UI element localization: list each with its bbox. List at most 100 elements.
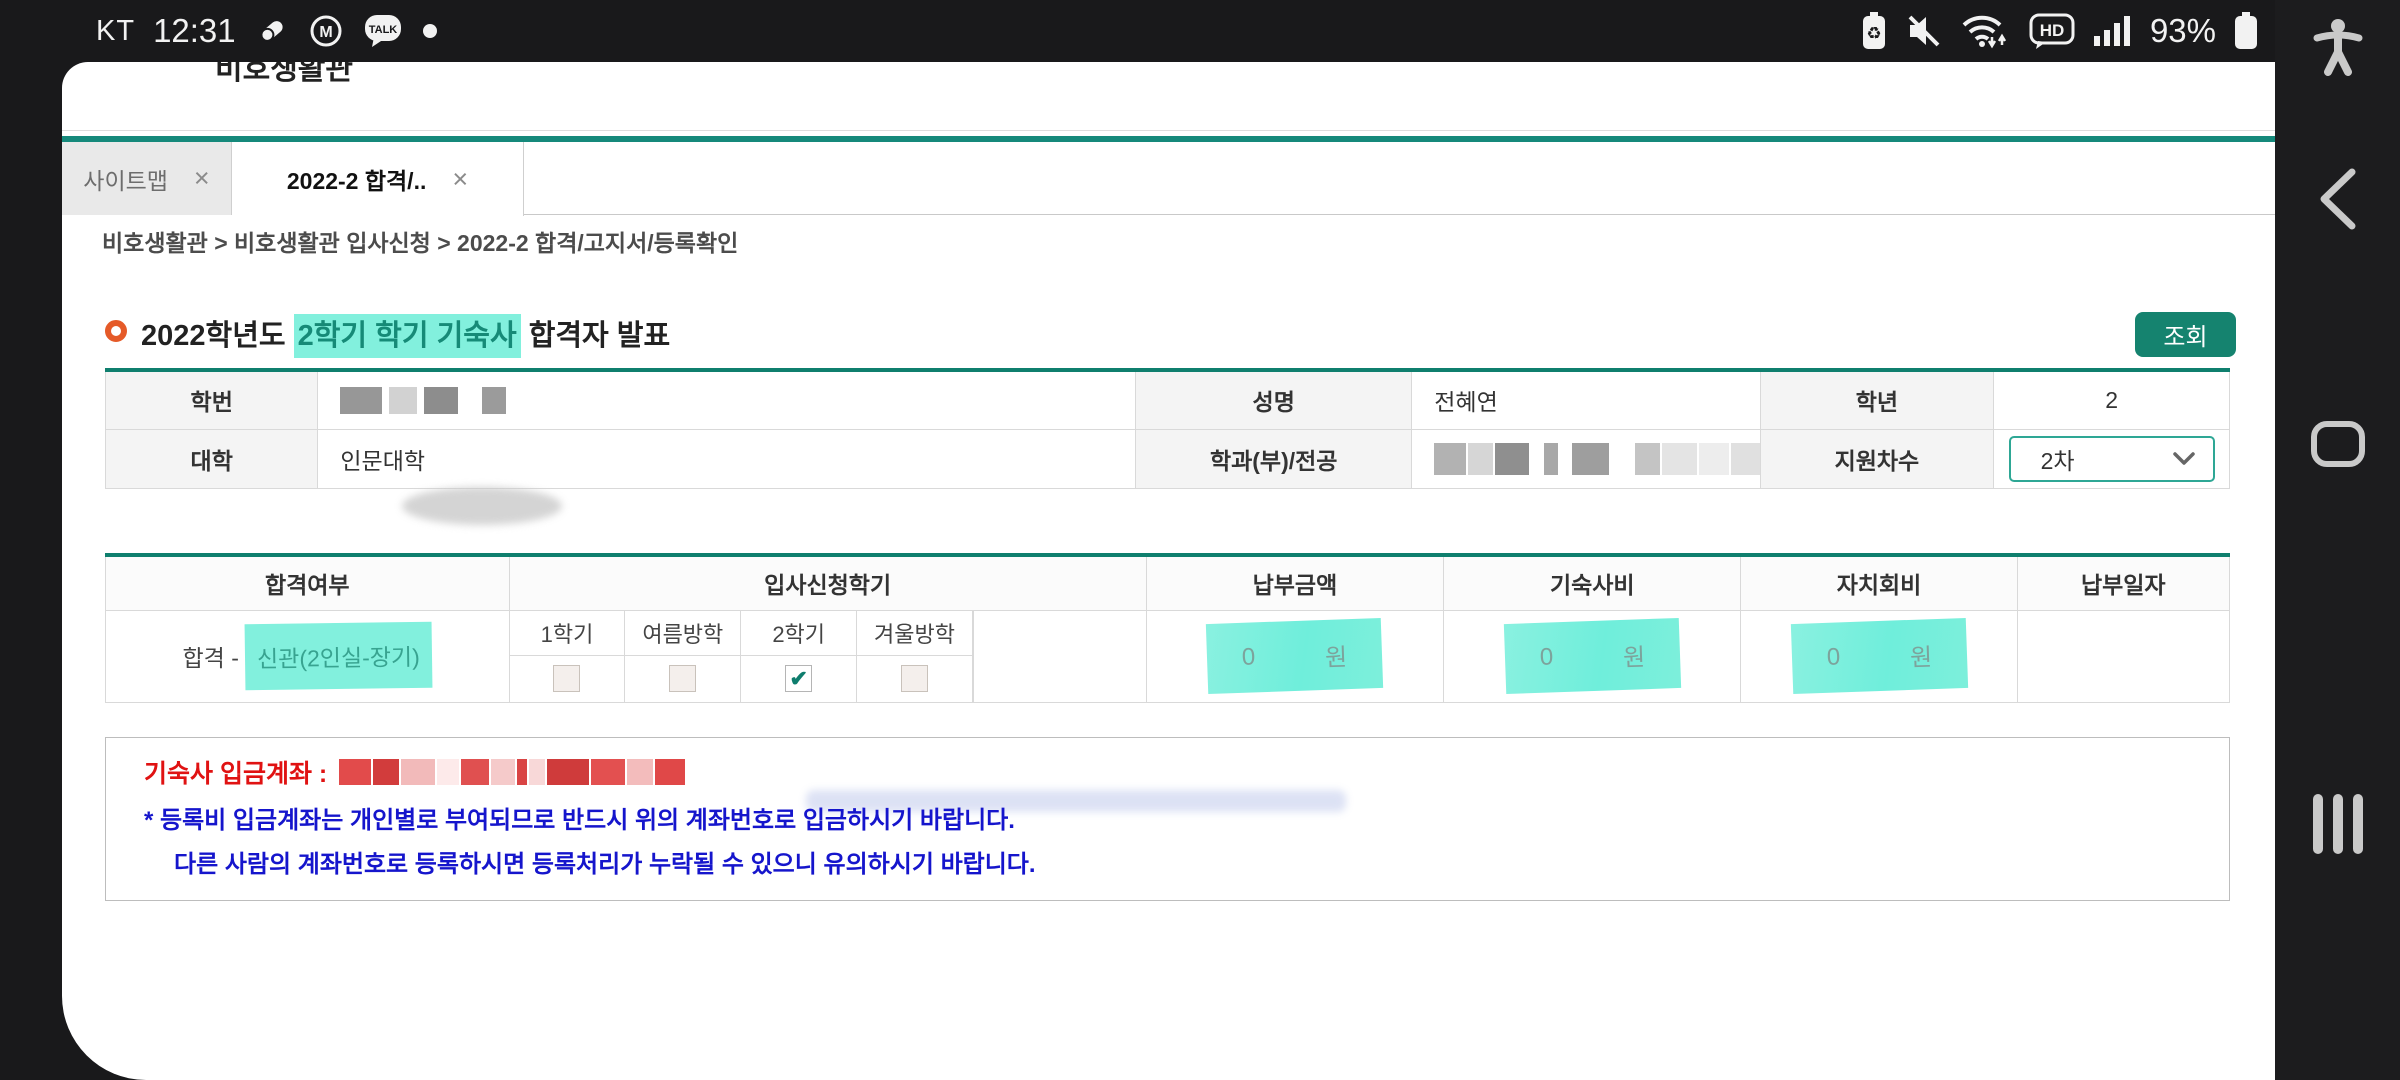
pay-date-header: 납부일자 <box>2017 555 2229 610</box>
svg-text:M: M <box>319 24 332 41</box>
college-value: 인문대학 <box>318 429 1136 488</box>
redacted-student-id <box>340 387 1135 414</box>
svg-text:♻: ♻ <box>1866 24 1881 43</box>
page-title: 2022학년도 2학기 학기 기숙사 합격자 발표 <box>141 312 670 354</box>
svg-text:HD: HD <box>2040 21 2065 40</box>
winter-checkbox[interactable] <box>901 665 928 692</box>
battery-percent-label: 93% <box>2150 12 2216 50</box>
pass-detail-highlight: 신관(2인실-장기) <box>245 622 433 691</box>
council-fee-unit: 원 <box>1909 637 1932 673</box>
pass-prefix: 합격 - <box>183 645 246 671</box>
svg-text:TALK: TALK <box>368 24 397 36</box>
semester-header: 입사신청학기 <box>509 555 1146 610</box>
recents-icon[interactable] <box>2275 792 2400 856</box>
tab-result-label: 2022-2 합격/.. <box>287 162 427 196</box>
tab-sitemap-label: 사이트맵 <box>83 162 168 196</box>
redacted-account-number <box>339 759 685 785</box>
pass-result-cell: 합격 - 신관(2인실-장기) <box>106 610 510 702</box>
year-label: 학년 <box>1760 370 1994 429</box>
amount-unit: 원 <box>1325 637 1348 673</box>
header-divider <box>62 130 2275 131</box>
home-icon[interactable] <box>2275 420 2400 468</box>
tab-close-icon[interactable]: × <box>194 163 210 194</box>
battery-saver-icon: ♻ <box>1860 11 1888 51</box>
query-button[interactable]: 조회 <box>2135 312 2236 357</box>
pay-date-cell <box>2017 610 2229 702</box>
android-nav-rail <box>2275 0 2400 1080</box>
redaction-smudge <box>402 487 562 525</box>
dorm-fee-cell: 0원 <box>1444 610 1741 702</box>
battery-icon <box>2232 11 2260 51</box>
table-row: 합격 - 신관(2인실-장기) 1학기 여름방학 2학기 겨울방학 ✔ 0원 <box>106 610 2230 702</box>
bullet-icon <box>105 320 127 342</box>
breadcrumb: 비호생활관 > 비호생활관 입사신청 > 2022-2 합격/고지서/등록확인 <box>102 224 738 258</box>
result-table: 합격여부 입사신청학기 납부금액 기숙사비 자치회비 납부일자 합격 - 신관(… <box>105 553 2230 703</box>
summer-label: 여름방학 <box>625 611 741 656</box>
table-header-row: 합격여부 입사신청학기 납부금액 기숙사비 자치회비 납부일자 <box>106 555 2230 610</box>
college-label: 대학 <box>106 429 318 488</box>
signal-bars-icon <box>2092 12 2134 50</box>
round-cell: 2차 <box>1994 429 2230 488</box>
notification-dot-icon <box>422 23 438 39</box>
account-label: 기숙사 입금계좌 : <box>144 754 327 790</box>
notice-line-2: 다른 사람의 계좌번호로 등록하시면 등록처리가 누락될 수 있으니 유의하시기… <box>174 844 1036 879</box>
table-row: 대학 인문대학 학과(부)/전공 <box>106 429 2230 488</box>
semester-1-label: 1학기 <box>510 611 626 656</box>
major-value <box>1412 429 1760 488</box>
tab-2022-2-result[interactable]: 2022-2 합격/.. × <box>232 142 524 216</box>
name-value: 전혜연 <box>1412 370 1760 429</box>
round-label: 지원차수 <box>1760 429 1994 488</box>
chevron-down-icon <box>2173 452 2195 466</box>
tab-sitemap[interactable]: 사이트맵 × <box>62 142 232 215</box>
wifi-updown-icon <box>1960 11 2012 51</box>
phone-screen: KT 12:31 M TALK ♻ <box>0 0 2400 1080</box>
back-icon[interactable] <box>2275 166 2400 232</box>
redacted-major <box>1434 443 1759 475</box>
name-label: 성명 <box>1136 370 1412 429</box>
dorm-fee-header: 기숙사비 <box>1444 555 1741 610</box>
dorm-fee-value: 0 <box>1539 643 1553 671</box>
semester-1-checkbox[interactable] <box>553 665 580 692</box>
student-info-table: 학번 성명 전혜연 학년 2 대학 인문대학 학과 <box>105 368 2230 489</box>
major-label: 학과(부)/전공 <box>1136 429 1412 488</box>
tab-close-icon[interactable]: × <box>452 164 468 195</box>
account-notice-box: 기숙사 입금계좌 : * 등록비 입금계좌는 개인별로 부여 <box>105 737 2230 901</box>
year-value: 2 <box>1994 370 2230 429</box>
browser-content: 비호생활관 사이트맵 × 2022-2 합격/.. × 비호생활관 > 비호생활… <box>62 62 2275 1080</box>
summer-checkbox[interactable] <box>669 665 696 692</box>
semester-2-label: 2학기 <box>741 611 857 656</box>
semester-subtable: 1학기 여름방학 2학기 겨울방학 ✔ <box>510 611 974 702</box>
table-row: 학번 성명 전혜연 학년 2 <box>106 370 2230 429</box>
pass-header: 합격여부 <box>106 555 510 610</box>
winter-label: 겨울방학 <box>857 611 973 656</box>
site-title-clipped: 비호생활관 <box>215 62 353 88</box>
pill-icon <box>254 13 290 49</box>
round-selected-value: 2차 <box>2041 442 2075 476</box>
semester-cell: 1학기 여름방학 2학기 겨울방학 ✔ <box>509 610 1146 702</box>
council-fee-value: 0 <box>1826 643 1840 671</box>
title-prefix: 2022학년도 <box>141 320 294 352</box>
council-fee-header: 자치회비 <box>1741 555 2017 610</box>
semester-2-checkbox[interactable]: ✔ <box>785 665 812 692</box>
mute-icon <box>1904 11 1944 51</box>
dorm-fee-unit: 원 <box>1622 637 1645 673</box>
tab-bar: 사이트맵 × 2022-2 합격/.. × <box>62 142 2275 215</box>
m-circle-icon: M <box>308 13 344 49</box>
student-id-value <box>318 370 1136 429</box>
round-select[interactable]: 2차 <box>2009 436 2215 482</box>
carrier-label: KT <box>96 15 135 48</box>
amount-header: 납부금액 <box>1146 555 1443 610</box>
student-id-label: 학번 <box>106 370 318 429</box>
kakaotalk-icon: TALK <box>362 11 404 51</box>
council-fee-cell: 0원 <box>1741 610 2017 702</box>
notice-line-1: * 등록비 입금계좌는 개인별로 부여되므로 반드시 위의 계좌번호로 입금하시… <box>144 800 1015 835</box>
clock: 12:31 <box>153 12 236 50</box>
amount-value: 0 <box>1242 643 1256 671</box>
amount-cell: 0원 <box>1146 610 1443 702</box>
title-highlight: 2학기 학기 기숙사 <box>294 314 521 358</box>
dorm-fee-highlight: 0원 <box>1504 618 1681 694</box>
section-title-row: 2022학년도 2학기 학기 기숙사 합격자 발표 조회 <box>105 306 2230 362</box>
hd-call-icon: HD <box>2028 12 2076 50</box>
council-fee-highlight: 0원 <box>1790 618 1967 694</box>
amount-highlight: 0원 <box>1206 618 1383 694</box>
